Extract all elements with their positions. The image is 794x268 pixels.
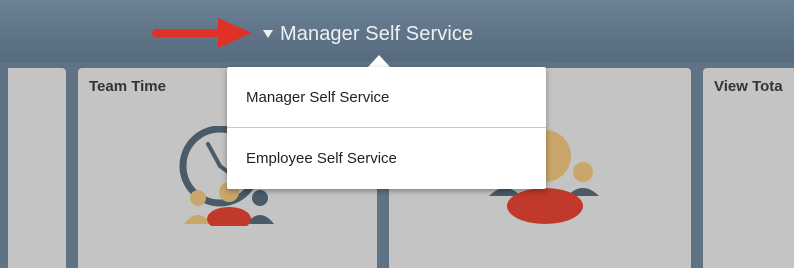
dropdown-pointer <box>368 55 390 67</box>
tile-view-total[interactable]: View Tota <box>703 68 794 268</box>
tile-partial-left[interactable] <box>8 68 66 268</box>
homepage-selector[interactable]: Manager Self Service <box>263 20 473 48</box>
tile-title: View Tota <box>714 78 783 95</box>
homepage-title: Manager Self Service <box>280 22 474 45</box>
homepage-header: Manager Self Service <box>0 0 794 62</box>
menu-item-manager-self-service[interactable]: Manager Self Service <box>227 67 546 127</box>
homepage-dropdown-menu: Manager Self Service Employee Self Servi… <box>227 67 546 189</box>
tile-title: Team Time <box>89 78 166 95</box>
triangle-down-icon <box>263 30 273 38</box>
menu-item-employee-self-service[interactable]: Employee Self Service <box>227 128 546 188</box>
red-arrow-right-icon <box>152 18 252 48</box>
